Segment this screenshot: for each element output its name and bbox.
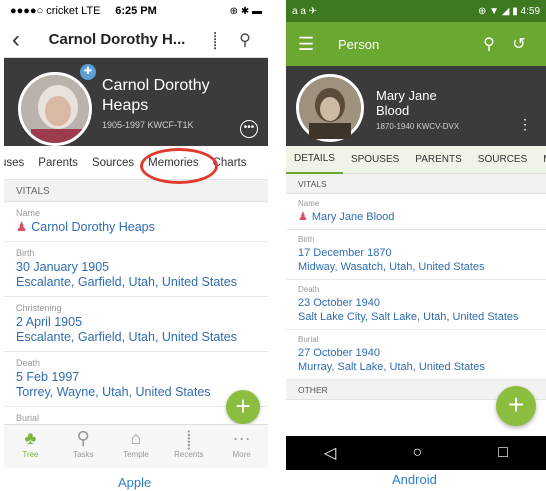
- tabbar-recents[interactable]: ⸽ Recents: [162, 425, 215, 468]
- person-name-line1: Mary Jane: [376, 88, 437, 103]
- toolbar-title: Person: [338, 36, 380, 52]
- person-header: Mary Jane Blood 1870-1940 KWCV-DVX ⋮: [286, 66, 546, 146]
- tree-icon: ♣: [24, 428, 37, 448]
- vital-death[interactable]: Death 23 October 1940 Salt Lake City, Sa…: [286, 280, 546, 330]
- tabbar-label: Temple: [123, 450, 149, 459]
- ios-tab-strip: uses Parents Sources Memories Charts: [4, 146, 268, 184]
- status-time: 6:25 PM: [115, 5, 157, 17]
- field-value: 2 April 1905: [16, 315, 83, 329]
- recents-icon: ⸽: [186, 430, 192, 450]
- vital-christening[interactable]: Christening 2 April 1905 Escalante, Garf…: [4, 297, 268, 352]
- tab-spouses[interactable]: uses: [4, 157, 24, 169]
- more-options-icon[interactable]: •••: [240, 120, 258, 138]
- person-header: ✚ Carnol Dorothy Heaps 1905-1997 KWCF-T1…: [4, 58, 268, 146]
- person-avatar[interactable]: [296, 74, 364, 142]
- person-avatar[interactable]: [18, 72, 92, 146]
- vital-name[interactable]: Name ♟ Carnol Dorothy Heaps: [4, 202, 268, 242]
- person-name: Carnol Dorothy Heaps: [102, 77, 210, 114]
- caption-android: Android: [392, 472, 437, 487]
- field-value: Mary Jane Blood: [311, 211, 395, 223]
- field-value: 30 January 1905: [16, 260, 110, 274]
- field-label: Death: [16, 358, 41, 368]
- person-name: Mary Jane Blood: [376, 88, 437, 118]
- person-icon: ♟: [298, 211, 308, 223]
- android-nav-bar: ◁ ○ □: [286, 436, 546, 470]
- person-dates-id: 1905-1997 KWCF-T1K: [102, 120, 194, 130]
- field-label: Burial: [298, 335, 319, 344]
- field-label: Burial: [16, 413, 40, 423]
- nav-title: Carnol Dorothy H...: [48, 31, 186, 48]
- tasks-icon: ⚲: [76, 428, 90, 448]
- tabbar-more[interactable]: ··· More: [215, 425, 268, 468]
- recents-square-icon[interactable]: □: [498, 444, 508, 462]
- vital-burial[interactable]: Burial 27 October 1940 Murray, Salt Lake…: [286, 330, 546, 380]
- search-icon[interactable]: ⚲: [230, 30, 260, 50]
- more-icon: ···: [232, 428, 251, 448]
- person-name-line2: Blood: [376, 103, 410, 118]
- person-icon: ♟: [16, 220, 28, 234]
- add-button[interactable]: +: [226, 390, 260, 424]
- field-value: 23 October 1940: [298, 297, 380, 309]
- status-icons: ⊕ ▼ ◢ ▮ 4:59: [477, 5, 540, 17]
- back-chevron-icon[interactable]: ‹: [12, 26, 34, 54]
- field-label: Name: [16, 208, 41, 218]
- field-label: Name: [298, 199, 320, 208]
- vital-name[interactable]: Name ♟ Mary Jane Blood: [286, 194, 546, 230]
- tab-sources[interactable]: SOURCES: [470, 147, 535, 173]
- field-place: Midway, Wasatch, Utah, United States: [298, 261, 485, 273]
- field-label: Birth: [16, 248, 35, 258]
- android-screen: a a ✈ ⊕ ▼ ◢ ▮ 4:59 ☰ Person ⚲ ↺ Mary Jan…: [286, 0, 546, 470]
- field-label: Death: [298, 285, 320, 294]
- tabbar-temple[interactable]: ⌂ Temple: [110, 425, 163, 468]
- temple-icon: ⌂: [130, 428, 142, 448]
- overflow-menu-icon[interactable]: ⋮: [518, 116, 532, 133]
- tabbar-label: Recents: [174, 450, 204, 459]
- field-place: Murray, Salt Lake, Utah, United States: [298, 361, 485, 373]
- section-vitals-header: VITALS: [4, 180, 268, 202]
- tabbar-tasks[interactable]: ⚲ Tasks: [57, 425, 110, 468]
- tabbar-tree[interactable]: ♣ Tree: [4, 425, 57, 468]
- field-place: Salt Lake City, Salt Lake, Utah, United …: [298, 311, 519, 323]
- family-tree-icon[interactable]: ⸽: [200, 29, 230, 51]
- hamburger-menu-icon[interactable]: ☰: [298, 34, 338, 55]
- tabbar-label: Tree: [22, 450, 39, 459]
- field-place: Escalante, Garfield, Utah, United States: [16, 275, 237, 289]
- section-vitals-header: VITALS: [286, 174, 546, 194]
- android-status-bar: a a ✈ ⊕ ▼ ◢ ▮ 4:59: [286, 0, 546, 22]
- tabbar-label: Tasks: [72, 450, 94, 459]
- tab-parents[interactable]: Parents: [38, 157, 78, 169]
- home-circle-icon[interactable]: ○: [412, 444, 422, 462]
- tab-details[interactable]: DETAILS: [286, 146, 343, 174]
- field-value: 5 Feb 1997: [16, 370, 80, 384]
- notification-icons: a a ✈: [292, 5, 318, 17]
- field-label: Birth: [298, 235, 315, 244]
- ios-tab-bar: ♣ Tree ⚲ Tasks ⌂ Temple ⸽ Recents ··· Mo…: [4, 424, 268, 468]
- field-label: Christening: [16, 303, 62, 313]
- android-tab-strip: DETAILS SPOUSES PARENTS SOURCES ME: [286, 146, 546, 174]
- tab-memories[interactable]: ME: [535, 147, 546, 173]
- vital-birth[interactable]: Birth 17 December 1870 Midway, Wasatch, …: [286, 230, 546, 280]
- back-triangle-icon[interactable]: ◁: [324, 443, 336, 463]
- ios-status-bar: ●●●●○ cricket LTE 6:25 PM ⊕ ✱ ▬: [4, 0, 268, 22]
- photo-badge-icon[interactable]: ✚: [80, 64, 96, 80]
- ios-screen: ●●●●○ cricket LTE 6:25 PM ⊕ ✱ ▬ ‹ Carnol…: [4, 0, 268, 468]
- vital-birth[interactable]: Birth 30 January 1905 Escalante, Garfiel…: [4, 242, 268, 297]
- tabbar-label: More: [232, 450, 251, 459]
- field-value: 17 December 1870: [298, 247, 392, 259]
- field-place: Torrey, Wayne, Utah, United States: [16, 385, 211, 399]
- tab-sources[interactable]: Sources: [92, 157, 134, 169]
- add-button[interactable]: +: [496, 386, 536, 426]
- android-toolbar: ☰ Person ⚲ ↺: [286, 22, 546, 66]
- field-value: Carnol Dorothy Heaps: [31, 220, 155, 234]
- ios-nav-bar: ‹ Carnol Dorothy H... ⸽ ⚲: [4, 22, 268, 58]
- field-value: 27 October 1940: [298, 347, 380, 359]
- search-icon[interactable]: ⚲: [474, 34, 504, 54]
- field-place: Escalante, Garfield, Utah, United States: [16, 330, 237, 344]
- person-dates-id: 1870-1940 KWCV-DVX: [376, 122, 460, 131]
- history-icon[interactable]: ↺: [504, 34, 534, 54]
- caption-apple: Apple: [118, 475, 152, 490]
- tab-memories[interactable]: Memories: [140, 147, 219, 184]
- tab-spouses[interactable]: SPOUSES: [343, 147, 407, 173]
- tab-parents[interactable]: PARENTS: [407, 147, 470, 173]
